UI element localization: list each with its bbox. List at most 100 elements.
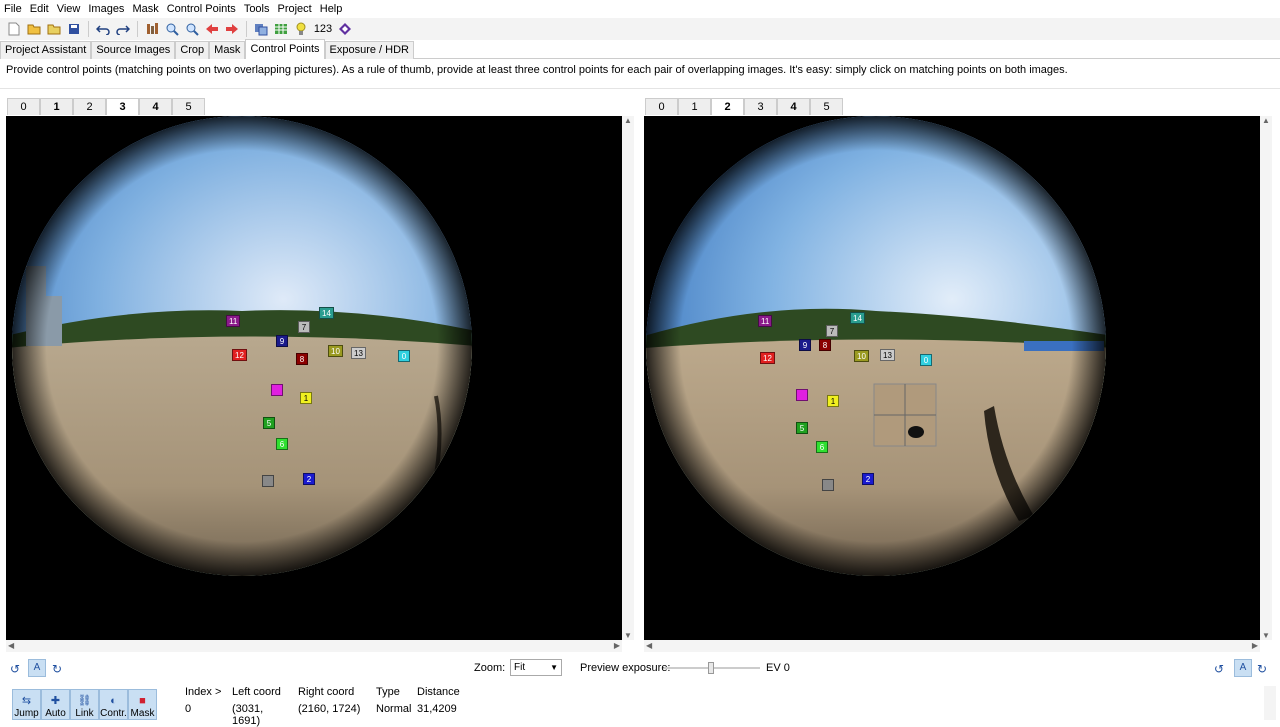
image-tab-3[interactable]: 3 xyxy=(744,98,777,115)
control-point-10[interactable]: 10 xyxy=(854,350,869,362)
control-point-11[interactable]: 11 xyxy=(758,315,773,327)
control-point-5[interactable]: 5 xyxy=(796,422,808,434)
control-point-11[interactable]: 11 xyxy=(226,315,241,327)
control-point-2[interactable]: 2 xyxy=(303,473,315,485)
rotate-right-icon[interactable]: ↻ xyxy=(52,662,62,676)
control-point-4[interactable]: 4 xyxy=(822,479,834,491)
auto-rotate-toggle[interactable]: A xyxy=(28,659,46,677)
control-point-1[interactable]: 1 xyxy=(300,392,312,404)
image-tab-3[interactable]: 3 xyxy=(106,98,139,115)
control-point-1[interactable]: 1 xyxy=(827,395,839,407)
rotate-right-icon[interactable]: ↻ xyxy=(1257,662,1267,676)
control-point-3[interactable]: 3 xyxy=(796,389,808,401)
optimize-icon[interactable] xyxy=(142,19,162,39)
control-point-9[interactable]: 9 xyxy=(276,335,288,347)
right-vertical-scrollbar[interactable]: ▲ ▼ xyxy=(1260,116,1272,640)
menu-item-mask[interactable]: Mask xyxy=(128,0,162,18)
tab-control-points[interactable]: Control Points xyxy=(245,39,325,59)
control-point-6[interactable]: 6 xyxy=(276,438,288,450)
column-header[interactable]: Distance xyxy=(412,686,482,701)
zoom-select[interactable]: Fit ▼ xyxy=(510,659,562,676)
open-icon[interactable] xyxy=(24,19,44,39)
table-row[interactable]: 0 (3031, 1691) (2160, 1724) Normal 31,4209 xyxy=(180,703,482,727)
control-point-5[interactable]: 5 xyxy=(263,417,275,429)
control-point-8[interactable]: 8 xyxy=(819,339,831,351)
menu-item-project[interactable]: Project xyxy=(274,0,316,18)
control-point-14[interactable]: 14 xyxy=(319,307,334,319)
left-vertical-scrollbar[interactable]: ▲ ▼ xyxy=(622,116,634,640)
new-file-icon[interactable] xyxy=(4,19,24,39)
control-point-8[interactable]: 8 xyxy=(296,353,308,365)
menu-item-help[interactable]: Help xyxy=(316,0,347,18)
lightbulb-icon[interactable] xyxy=(291,19,311,39)
image-tab-5[interactable]: 5 xyxy=(172,98,205,115)
control-point-14[interactable]: 14 xyxy=(850,312,865,324)
control-point-0[interactable]: 0 xyxy=(920,354,932,366)
preview-icon[interactable] xyxy=(251,19,271,39)
tab-mask[interactable]: Mask xyxy=(209,41,246,59)
auto-rotate-toggle[interactable]: A xyxy=(1234,659,1252,677)
image-tab-0[interactable]: 0 xyxy=(7,98,40,115)
image-tab-1[interactable]: 1 xyxy=(40,98,73,115)
zoom-out-icon[interactable] xyxy=(182,19,202,39)
control-point-12[interactable]: 12 xyxy=(760,352,775,364)
exposure-slider[interactable] xyxy=(664,662,760,674)
table-scrollbar[interactable] xyxy=(1264,686,1276,720)
image-tab-1[interactable]: 1 xyxy=(678,98,711,115)
control-point-4[interactable]: 4 xyxy=(262,475,274,487)
control-point-6[interactable]: 6 xyxy=(816,441,828,453)
tab-project-assistant[interactable]: Project Assistant xyxy=(0,41,92,59)
control-point-2[interactable]: 2 xyxy=(862,473,874,485)
rotate-left-icon[interactable]: ↺ xyxy=(1214,662,1224,676)
rotate-left-icon[interactable]: ↺ xyxy=(10,662,20,676)
image-tab-0[interactable]: 0 xyxy=(645,98,678,115)
link-button[interactable]: ⛓ Link xyxy=(70,689,99,720)
save-icon[interactable] xyxy=(64,19,84,39)
menu-item-view[interactable]: View xyxy=(53,0,85,18)
auto-button[interactable]: ✚ Auto xyxy=(41,689,70,720)
mask-button[interactable]: ■ Mask xyxy=(128,689,157,720)
column-header[interactable]: Index > xyxy=(180,686,227,701)
menu-item-edit[interactable]: Edit xyxy=(26,0,53,18)
column-header[interactable]: Left coord xyxy=(227,686,293,701)
redo-icon[interactable] xyxy=(113,19,133,39)
control-point-3[interactable]: 3 xyxy=(271,384,283,396)
image-tab-4[interactable]: 4 xyxy=(777,98,810,115)
numbering-icon[interactable]: 123 xyxy=(311,19,335,39)
control-point-10[interactable]: 10 xyxy=(328,345,343,357)
left-horizontal-scrollbar[interactable]: ◀ ▶ xyxy=(6,640,622,652)
column-header[interactable]: Right coord xyxy=(293,686,371,701)
previous-icon[interactable] xyxy=(202,19,222,39)
control-point-7[interactable]: 7 xyxy=(826,325,838,337)
undo-icon[interactable] xyxy=(93,19,113,39)
open-recent-icon[interactable] xyxy=(44,19,64,39)
image-tab-4[interactable]: 4 xyxy=(139,98,172,115)
control-point-13[interactable]: 13 xyxy=(880,349,895,361)
control-point-9[interactable]: 9 xyxy=(799,339,811,351)
zoom-in-icon[interactable] xyxy=(162,19,182,39)
help-book-icon[interactable] xyxy=(335,19,355,39)
control-point-0[interactable]: 0 xyxy=(398,350,410,362)
image-tab-2[interactable]: 2 xyxy=(73,98,106,115)
control-point-12[interactable]: 12 xyxy=(232,349,247,361)
jump-button[interactable]: ⇆ Jump xyxy=(12,689,41,720)
left-image-panel[interactable]: 11 14 7 9 12 8 10 13 0 3 1 5 6 2 4 xyxy=(6,116,622,640)
column-header[interactable]: Type xyxy=(371,686,412,701)
right-horizontal-scrollbar[interactable]: ◀ ▶ xyxy=(644,640,1260,652)
image-tab-5[interactable]: 5 xyxy=(810,98,843,115)
menu-item-images[interactable]: Images xyxy=(84,0,128,18)
layout-grid-icon[interactable] xyxy=(271,19,291,39)
menu-item-tools[interactable]: Tools xyxy=(240,0,274,18)
menu-item-file[interactable]: File xyxy=(0,0,26,18)
tab-exposure-hdr[interactable]: Exposure / HDR xyxy=(324,41,415,59)
exposure-slider-handle[interactable] xyxy=(708,662,714,674)
control-point-13[interactable]: 13 xyxy=(351,347,366,359)
next-icon[interactable] xyxy=(222,19,242,39)
right-image-panel[interactable]: 11 14 7 9 8 12 10 13 0 3 1 5 6 2 4 xyxy=(644,116,1260,640)
contr-button[interactable]: ◐ Contr. xyxy=(99,689,128,720)
control-point-7[interactable]: 7 xyxy=(298,321,310,333)
menu-item-control-points[interactable]: Control Points xyxy=(163,0,240,18)
image-tab-2[interactable]: 2 xyxy=(711,98,744,115)
tab-crop[interactable]: Crop xyxy=(175,41,210,59)
tab-source-images[interactable]: Source Images xyxy=(91,41,176,59)
